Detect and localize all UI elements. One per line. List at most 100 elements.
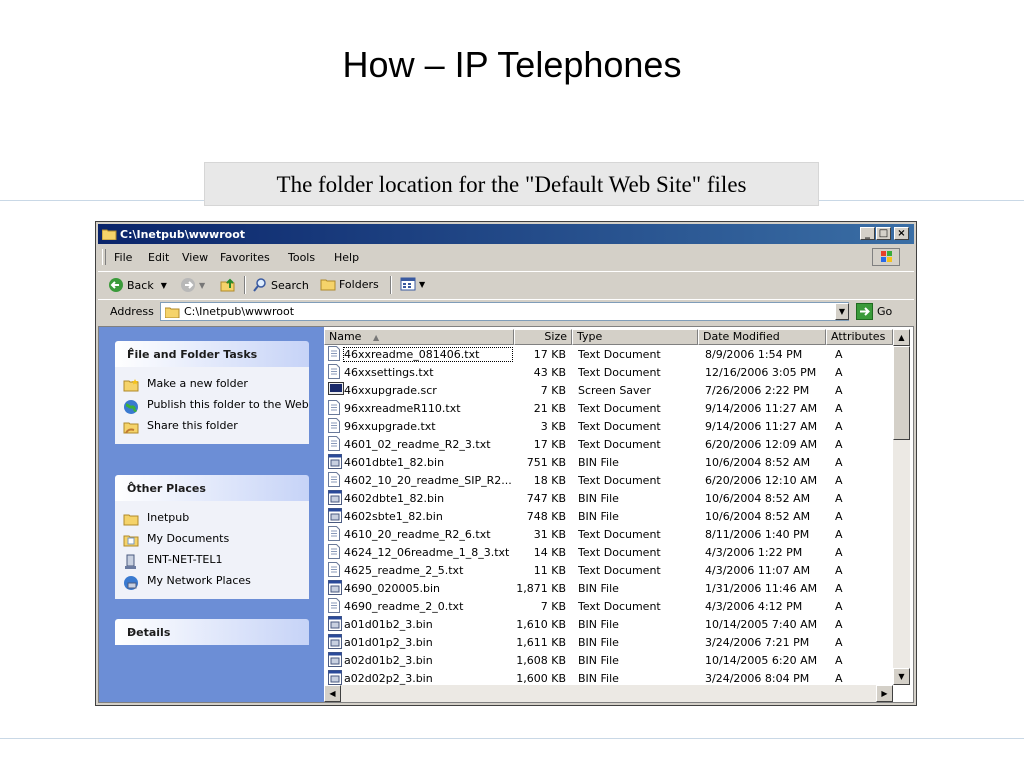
task-make-new-folder[interactable]: Make a new folder xyxy=(123,378,309,394)
file-row[interactable]: 4690_020005.bin 1,871 KB BIN File 1/31/2006… xyxy=(324,579,892,597)
file-type: Text Document xyxy=(578,402,661,415)
menu-grip[interactable] xyxy=(102,249,106,265)
search-label: Search xyxy=(271,278,309,292)
explorer-window: C:\Inetpub\wwwroot _ □ × File Edit View … xyxy=(95,221,917,706)
file-name: 46xxupgrade.scr xyxy=(344,384,437,397)
file-name: 4601_02_readme_R2_3.txt xyxy=(344,438,491,451)
file-date-modified: 10/6/2004 8:52 AM xyxy=(705,456,811,469)
network-places-icon xyxy=(124,576,138,590)
views-button[interactable]: ▼ xyxy=(400,277,425,291)
text-file-icon xyxy=(328,526,340,544)
menu-file[interactable]: File xyxy=(114,251,132,264)
menu-view[interactable]: View xyxy=(182,251,208,264)
address-input[interactable]: C:\Inetpub\wwwroot xyxy=(160,302,849,321)
file-row[interactable]: 4601dbte1_82.bin 751 KB BIN File 10/6/2004 … xyxy=(324,453,892,471)
column-header-type[interactable]: Type xyxy=(572,329,698,345)
globe-icon xyxy=(124,400,138,414)
file-size: 21 KB xyxy=(533,402,566,415)
go-label: Go xyxy=(877,305,893,318)
file-row[interactable]: a01d01b2_3.bin 1,610 KB BIN File 10/14/2005… xyxy=(324,615,892,633)
maximize-button[interactable]: □ xyxy=(876,227,891,240)
search-button[interactable]: Search xyxy=(252,277,309,293)
menu-help[interactable]: Help xyxy=(334,251,359,264)
file-row[interactable]: 46xxsettings.txt 43 KB Text Document 12/16/… xyxy=(324,363,892,381)
file-row[interactable]: 4625_readme_2_5.txt 11 KB Text Document 4/3… xyxy=(324,561,892,579)
file-row[interactable]: 46xxupgrade.scr 7 KB Screen Saver 7/26/2006… xyxy=(324,381,892,399)
file-row[interactable]: 4602sbte1_82.bin 748 KB BIN File 10/6/2004 … xyxy=(324,507,892,525)
file-attributes: A xyxy=(835,492,843,505)
collapse-chevron-icon[interactable]: ⌃ xyxy=(127,481,299,492)
scroll-down-button[interactable]: ▼ xyxy=(893,668,910,685)
windows-logo-icon xyxy=(872,248,900,266)
chevron-down-icon: ▼ xyxy=(160,280,167,290)
file-name: 46xxreadme_081406.txt xyxy=(343,347,513,362)
expand-chevron-icon[interactable]: ⌄ xyxy=(127,625,299,636)
minimize-button[interactable]: _ xyxy=(860,227,875,240)
file-type: Text Document xyxy=(578,366,661,379)
scroll-right-button[interactable]: ▶ xyxy=(876,685,893,702)
column-header-size[interactable]: Size xyxy=(514,329,572,345)
file-name: 4602dbte1_82.bin xyxy=(344,492,445,505)
file-row[interactable]: 4602dbte1_82.bin 747 KB BIN File 10/6/2004 … xyxy=(324,489,892,507)
place-my-network-places[interactable]: My Network Places xyxy=(123,575,309,591)
other-places-panel: Other Places ⌃ Inetpub My Documents ENT-… xyxy=(115,475,309,599)
menu-edit[interactable]: Edit xyxy=(148,251,169,264)
column-header-attributes[interactable]: Attributes xyxy=(826,329,893,345)
toolbar-separator xyxy=(244,276,246,294)
vertical-scroll-thumb[interactable] xyxy=(893,346,910,440)
close-button[interactable]: × xyxy=(894,227,909,240)
folders-label: Folders xyxy=(339,277,379,291)
file-size: 18 KB xyxy=(533,474,566,487)
task-share-folder[interactable]: Share this folder xyxy=(123,420,309,436)
file-date-modified: 9/14/2006 11:27 AM xyxy=(705,420,818,433)
back-button[interactable]: Back ▼ xyxy=(108,277,167,293)
go-button[interactable]: Go xyxy=(856,303,892,320)
file-type: BIN File xyxy=(578,510,619,523)
column-header-name[interactable]: Name ▲ xyxy=(324,329,514,345)
file-row[interactable]: 4690_readme_2_0.txt 7 KB Text Document 4/3/… xyxy=(324,597,892,615)
file-attributes: A xyxy=(835,510,843,523)
file-row[interactable]: 4624_12_06readme_1_8_3.txt 14 KB Text Docu… xyxy=(324,543,892,561)
content-area: File and Folder Tasks ⌃ Make a new folde… xyxy=(98,326,914,703)
file-row[interactable]: a01d01p2_3.bin 1,611 KB BIN File 3/24/2006 … xyxy=(324,633,892,651)
menu-favorites[interactable]: Favorites xyxy=(220,251,270,264)
title-bar[interactable]: C:\Inetpub\wwwroot _ □ × xyxy=(98,224,914,244)
file-name: a02d02p2_3.bin xyxy=(344,672,433,685)
file-size: 751 KB xyxy=(526,456,566,469)
text-file-icon xyxy=(328,418,340,436)
place-computer[interactable]: ENT-NET-TEL1 xyxy=(123,554,309,570)
task-publish-folder[interactable]: Publish this folder to the Web xyxy=(123,399,309,415)
other-places-header[interactable]: Other Places ⌃ xyxy=(115,475,309,501)
file-size: 14 KB xyxy=(533,546,566,559)
file-row[interactable]: 4602_10_20_readme_SIP_R2... 18 KB Text Doc… xyxy=(324,471,892,489)
place-my-documents[interactable]: My Documents xyxy=(123,533,309,549)
file-date-modified: 3/24/2006 7:21 PM xyxy=(705,636,810,649)
vertical-scrollbar[interactable]: ▲ ▼ xyxy=(893,329,910,685)
horizontal-scrollbar[interactable]: ◀ ▶ xyxy=(324,685,893,702)
up-folder-button[interactable] xyxy=(220,277,236,293)
file-attributes: A xyxy=(835,564,843,577)
file-type: BIN File xyxy=(578,492,619,505)
file-row[interactable]: a02d01b2_3.bin 1,608 KB BIN File 10/14/2005… xyxy=(324,651,892,669)
file-folder-tasks-header[interactable]: File and Folder Tasks ⌃ xyxy=(115,341,309,367)
place-inetpub[interactable]: Inetpub xyxy=(123,512,309,528)
file-size: 747 KB xyxy=(526,492,566,505)
text-file-icon xyxy=(328,472,340,490)
details-header[interactable]: Details ⌄ xyxy=(115,619,309,645)
file-row[interactable]: 96xxreadmeR110.txt 21 KB Text Document 9/14… xyxy=(324,399,892,417)
file-row[interactable]: 4610_20_readme_R2_6.txt 31 KB Text Documen… xyxy=(324,525,892,543)
collapse-chevron-icon[interactable]: ⌃ xyxy=(127,347,299,358)
file-row[interactable]: 46xxreadme_081406.txt 17 KB Text Document 8… xyxy=(324,345,892,363)
file-row[interactable]: 4601_02_readme_R2_3.txt 17 KB Text Documen… xyxy=(324,435,892,453)
column-header-date-modified[interactable]: Date Modified xyxy=(698,329,826,345)
address-dropdown-button[interactable]: ▼ xyxy=(835,303,849,320)
scroll-left-button[interactable]: ◀ xyxy=(324,685,341,702)
file-row[interactable]: 96xxupgrade.txt 3 KB Text Document 9/14/200… xyxy=(324,417,892,435)
menu-tools[interactable]: Tools xyxy=(288,251,315,264)
file-name: 4602_10_20_readme_SIP_R2... xyxy=(344,474,512,487)
file-type: BIN File xyxy=(578,672,619,685)
forward-button[interactable]: ▼ xyxy=(180,277,205,293)
folders-button[interactable]: Folders xyxy=(320,277,379,291)
text-file-icon xyxy=(328,346,340,364)
scroll-up-button[interactable]: ▲ xyxy=(893,329,910,346)
